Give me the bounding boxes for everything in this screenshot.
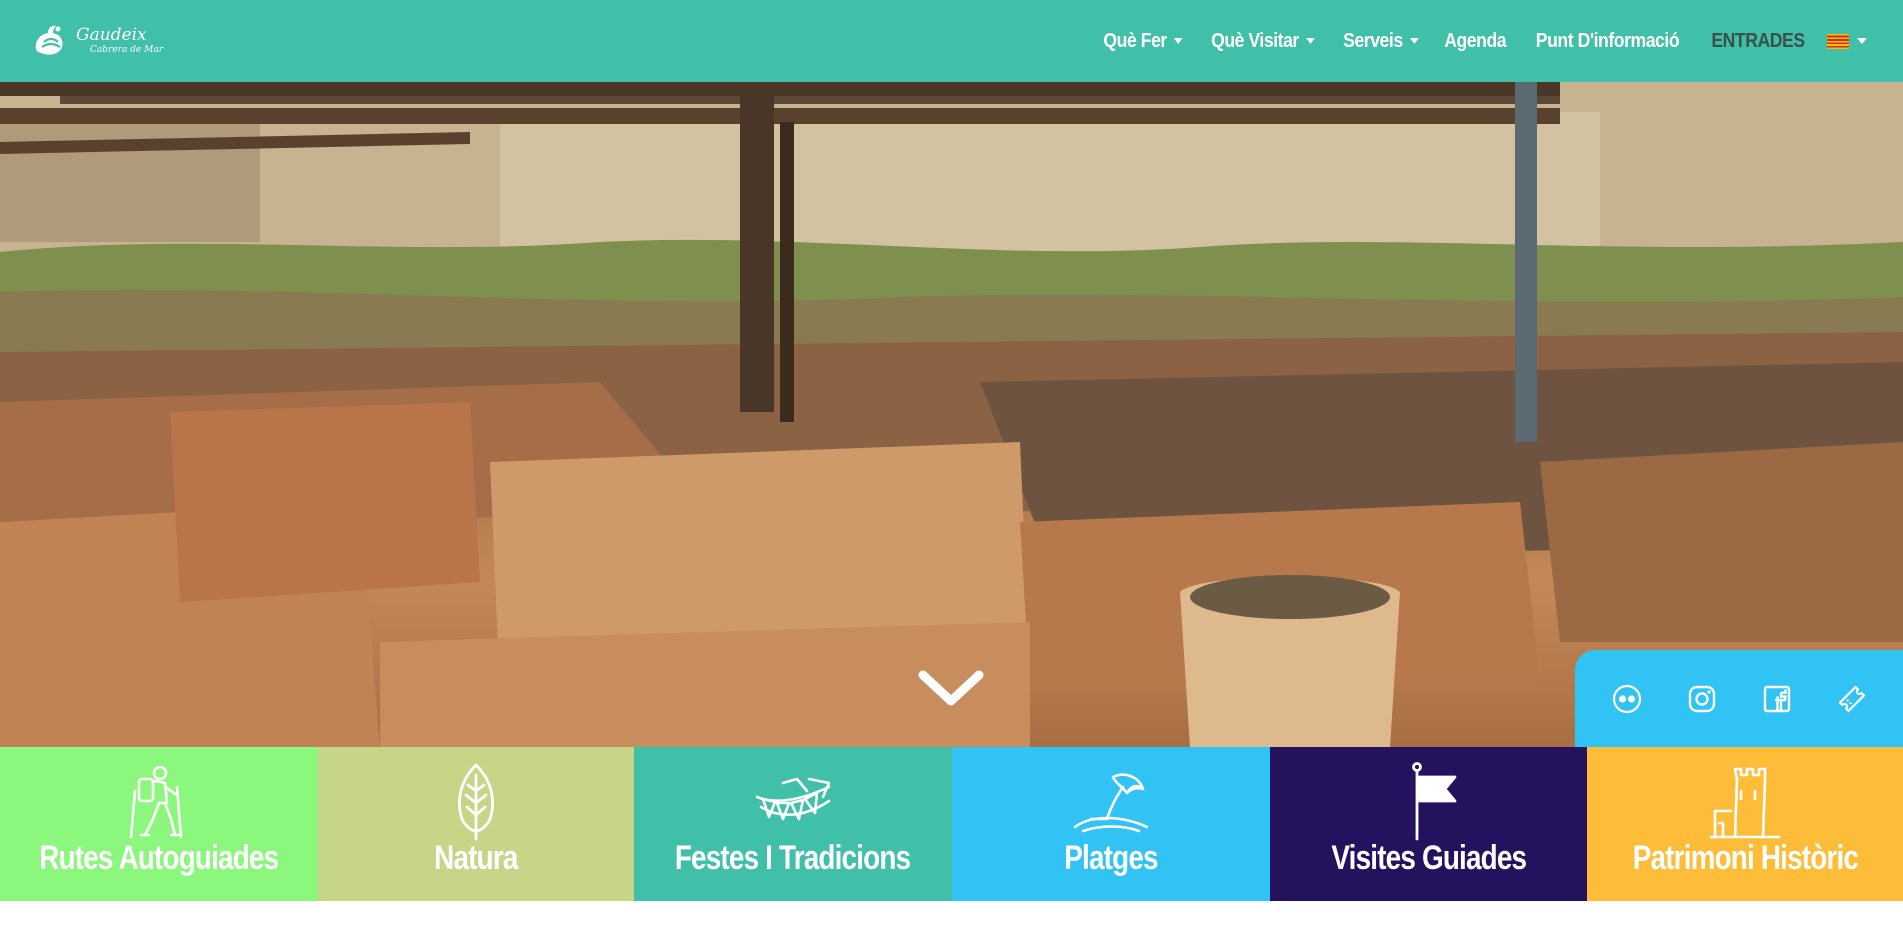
logo-icon [35,25,63,55]
nav-agenda[interactable]: Agenda [1444,30,1506,53]
tower-icon [1709,767,1781,839]
tile-label: Platges [1064,839,1158,877]
category-tiles: Rutes Autoguiades Natura Festes I Tradic… [0,747,1903,901]
nav-label: Què Visitar [1211,29,1300,52]
nav-label: ENTRADES [1711,29,1805,52]
facebook-icon[interactable] [1760,682,1794,716]
chevron-down-icon[interactable] [917,667,985,711]
nav-label: Punt D'informació [1535,29,1680,52]
tile-label: Patrimoni Històric [1632,839,1858,877]
flickr-icon[interactable] [1610,682,1644,716]
nav-label: Agenda [1443,29,1506,52]
caret-down-icon [1857,38,1867,44]
social-links-panel [1575,650,1903,747]
logo-wordmark: Gaudeix Cabrera de Mar [76,27,163,55]
tile-patrimoni-historic[interactable]: Patrimoni Històric [1587,747,1903,901]
tile-visites-guiades[interactable]: Visites Guiades [1270,747,1587,901]
instagram-icon[interactable] [1685,682,1719,716]
caret-down-icon [1174,38,1183,44]
site-logo[interactable]: Gaudeix Cabrera de Mar [30,20,163,62]
tile-rutes-autoguiades[interactable]: Rutes Autoguiades [0,747,318,901]
logo-subtitle: Cabrera de Mar [90,45,164,55]
ticket-icon[interactable] [1835,682,1869,716]
tile-label: Visites Guiades [1331,839,1527,877]
nav-que-fer[interactable]: Què Fer [1104,30,1183,53]
tile-label: Rutes Autoguiades [39,839,279,877]
language-selector[interactable] [1827,33,1867,49]
logo-name: Gaudeix [76,25,147,45]
tile-natura[interactable]: Natura [318,747,634,901]
beach-umbrella-icon [1073,773,1149,833]
flag-icon [1411,762,1456,841]
tile-platges[interactable]: Platges [952,747,1270,901]
main-nav: Què Fer Què Visitar Serveis Agenda Punt … [1098,30,1867,53]
nav-serveis[interactable]: Serveis [1343,29,1419,53]
tile-festes-tradicions[interactable]: Festes I Tradicions [634,747,952,901]
nav-label: Serveis [1343,29,1403,52]
hiker-icon [129,765,183,839]
site-header: Gaudeix Cabrera de Mar Què Fer Què Visit… [0,0,1903,82]
catalonia-flag-icon [1827,33,1849,49]
caret-down-icon [1306,38,1315,44]
nav-entrades[interactable]: ENTRADES [1711,29,1805,53]
caret-down-icon [1409,38,1419,44]
tile-label: Natura [434,839,518,877]
tile-label: Festes I Tradicions [675,839,911,877]
nav-label: Què Fer [1103,29,1168,52]
nav-que-visitar[interactable]: Què Visitar [1211,30,1315,53]
leaf-icon [458,763,494,841]
bunting-icon [755,777,831,821]
hero-background-image [0,82,1903,747]
page-body-start [0,901,1903,927]
hero-video [0,82,1903,747]
nav-punt-informacio[interactable]: Punt D'informació [1535,29,1680,53]
